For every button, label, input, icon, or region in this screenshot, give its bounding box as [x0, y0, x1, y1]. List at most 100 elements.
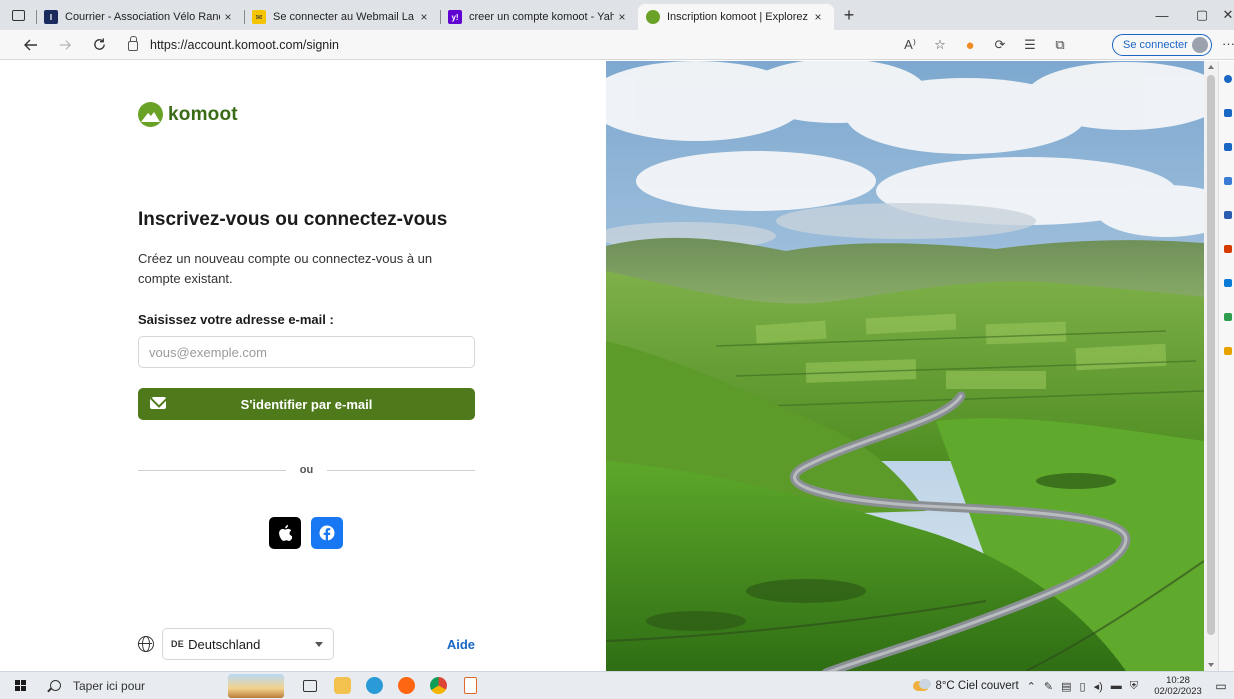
tab-close-icon[interactable]: × [416, 10, 432, 24]
page-content: komoot Inscrivez-vous ou connectez-vous … [0, 61, 1218, 671]
avatar [1192, 37, 1208, 53]
sidebar-tools-icon[interactable] [1224, 143, 1232, 151]
tray-security-icon[interactable]: ⛨ [1130, 680, 1138, 693]
tab-webmail[interactable]: ✉ Se connecter au Webmail La Pos × [244, 4, 440, 30]
sidebar-people-icon[interactable] [1224, 211, 1232, 219]
tab-title: Courrier - Association Vélo Rand [65, 11, 220, 23]
email-signin-label: S'identifier par e-mail [240, 396, 373, 412]
sidebar-drive-icon[interactable] [1224, 313, 1232, 321]
social-login [269, 517, 343, 549]
taskbar-clock[interactable]: 10:28 02/02/2023 [1148, 675, 1208, 697]
sidebar-search-icon[interactable] [1224, 75, 1232, 83]
close-window-button[interactable]: ✕ [1222, 7, 1234, 23]
tab-close-icon[interactable]: × [220, 10, 236, 24]
or-label: ou [299, 464, 314, 476]
favorites-list-icon[interactable]: ☰ [1015, 37, 1045, 53]
minimize-button[interactable]: — [1142, 8, 1182, 23]
taskbar-pinned-apps [294, 672, 486, 699]
browser-toolbar: A⁾ ☆ ● ⟳ ☰ ⧉ [895, 30, 1075, 60]
address-field[interactable]: https://account.komoot.com/signin [128, 34, 898, 56]
sidebar-outlook-icon[interactable] [1224, 279, 1232, 287]
scroll-down-icon[interactable] [1208, 663, 1214, 667]
back-button[interactable] [16, 30, 46, 60]
sidebar-shopping-icon[interactable] [1224, 109, 1232, 117]
tab-favicon-laposte: ✉ [252, 10, 266, 24]
windows-taskbar: Taper ici pour 8°C Ciel couvert ⌃ ✎ ▤ ▯ … [0, 671, 1234, 699]
help-link[interactable]: Aide [447, 637, 475, 652]
facebook-signin-button[interactable] [311, 517, 343, 549]
sidebar-games-icon[interactable] [1224, 177, 1232, 185]
email-signin-button[interactable]: S'identifier par e-mail [138, 388, 475, 420]
more-menu-icon[interactable]: ··· [1222, 36, 1234, 51]
tray-wifi-icon[interactable]: ▬ [1111, 680, 1122, 692]
collections-icon[interactable]: ⧉ [1045, 37, 1075, 53]
taskbar-search[interactable]: Taper ici pour [40, 672, 210, 699]
notifications-icon[interactable]: ▭ [1208, 679, 1234, 693]
komoot-logo[interactable]: komoot [138, 102, 238, 127]
tab-close-icon[interactable]: × [810, 10, 826, 24]
copilot-icon[interactable]: ⟳ [985, 37, 1015, 53]
page-footer: DE Deutschland Aide [138, 628, 475, 660]
clock-time: 10:28 [1166, 675, 1190, 686]
notes-app-button[interactable] [454, 672, 486, 699]
firefox-icon [397, 677, 415, 694]
clock-date: 02/02/2023 [1154, 686, 1202, 697]
sidebar-office-icon[interactable] [1224, 245, 1232, 253]
search-icon [50, 680, 61, 691]
forward-button[interactable] [50, 30, 80, 60]
forward-arrow-icon [59, 39, 72, 50]
sidebar-extension-icon[interactable] [1224, 347, 1232, 355]
landscape-illustration [606, 61, 1204, 671]
page-scrollbar[interactable] [1204, 61, 1218, 671]
tab-favicon-yahoo: y! [448, 10, 462, 24]
file-explorer-button[interactable] [326, 672, 358, 699]
browser-address-bar: https://account.komoot.com/signin A⁾ ☆ ●… [0, 30, 1234, 60]
tray-pen-icon[interactable]: ✎ [1044, 680, 1053, 693]
reload-button[interactable] [84, 30, 114, 60]
facebook-icon [319, 525, 335, 541]
profile-signin-label: Se connecter [1123, 39, 1188, 51]
edge-sidebar [1218, 61, 1234, 671]
language-code: DE [171, 639, 185, 649]
signin-panel: komoot Inscrivez-vous ou connectez-vous … [0, 61, 606, 671]
taskbar-search-placeholder: Taper ici pour [73, 678, 146, 693]
scrollbar-thumb[interactable] [1207, 75, 1215, 635]
tab-title: Inscription komoot | Explorez un [667, 11, 810, 23]
chrome-button[interactable] [422, 672, 454, 699]
email-field[interactable] [138, 336, 475, 368]
back-arrow-icon [24, 39, 37, 50]
scroll-up-icon[interactable] [1208, 65, 1214, 69]
tray-volume-icon[interactable]: ◂) [1094, 680, 1103, 693]
language-select[interactable]: DE Deutschland [162, 628, 334, 660]
extension-icon[interactable]: ● [955, 37, 985, 54]
tab-yahoo[interactable]: y! creer un compte komoot - Yaho × [440, 4, 638, 30]
weather-text[interactable]: 8°C Ciel couvert [935, 680, 1018, 692]
tab-courrier[interactable]: I Courrier - Association Vélo Rand × [36, 4, 244, 30]
task-view-button[interactable] [294, 672, 326, 699]
tab-title: Se connecter au Webmail La Pos [273, 11, 416, 23]
favorite-star-icon[interactable]: ☆ [925, 37, 955, 53]
divider-line [138, 469, 286, 471]
restore-button[interactable]: ▢ [1182, 7, 1222, 23]
profile-signin-button[interactable]: Se connecter [1112, 34, 1212, 56]
landscape-hero-image [606, 61, 1204, 671]
globe-icon [138, 636, 154, 652]
new-tab-button[interactable]: + [834, 0, 864, 30]
notes-icon [463, 677, 477, 694]
apple-signin-button[interactable] [269, 517, 301, 549]
taskbar-widget-image[interactable] [228, 673, 284, 698]
firefox-button[interactable] [390, 672, 422, 699]
browser-tab-strip: I Courrier - Association Vélo Rand × ✉ S… [0, 0, 1234, 30]
page-subtitle: Créez un nouveau compte ou connectez-vou… [138, 251, 433, 286]
read-aloud-icon[interactable]: A⁾ [895, 37, 925, 53]
tab-actions-button[interactable] [0, 0, 36, 30]
tray-chevron-up-icon[interactable]: ⌃ [1027, 680, 1036, 693]
tab-close-icon[interactable]: × [614, 10, 630, 24]
tab-komoot-active[interactable]: Inscription komoot | Explorez un × [638, 4, 834, 30]
tray-network-icon[interactable]: ▤ [1061, 680, 1071, 693]
tray-battery-icon[interactable]: ▯ [1080, 680, 1086, 693]
start-button[interactable] [0, 672, 40, 699]
task-view-icon [303, 679, 317, 692]
lock-icon [128, 36, 138, 51]
edge-button[interactable] [358, 672, 390, 699]
